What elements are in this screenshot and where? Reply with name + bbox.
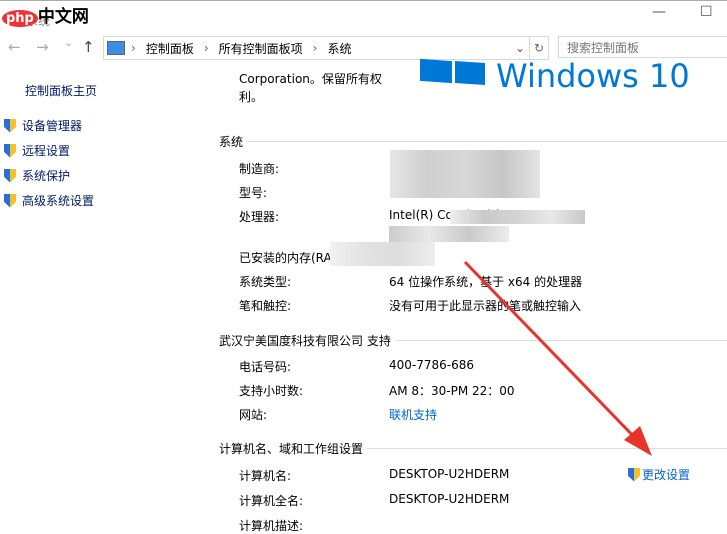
arrow-line [463,260,642,445]
annotation-arrow [463,260,652,456]
